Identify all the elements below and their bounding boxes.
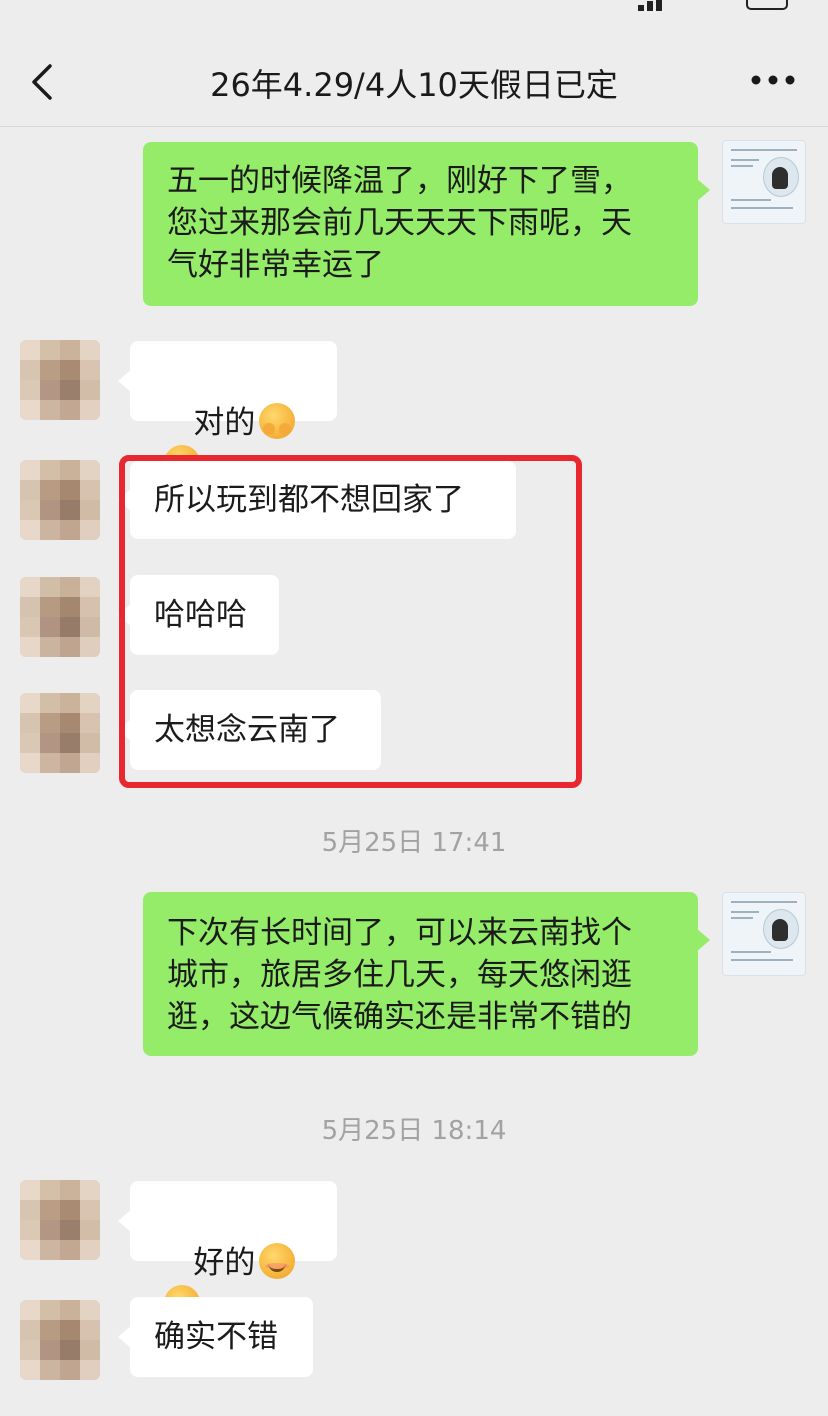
contact-message-bubble[interactable]: 确实不错 [118,1297,313,1377]
contact-avatar[interactable] [20,577,100,657]
message-text: 对的 [193,405,256,441]
my-message-bubble[interactable]: 下次有长时间了，可以来云南找个 城市，旅居多住几天，每天悠闲逛 逛，这边气候确实… [143,892,710,1056]
contact-avatar[interactable] [20,340,100,420]
contact-message-bubble[interactable]: 好的 [118,1181,337,1321]
signal-icon [638,0,665,11]
smiling-face-emoji-icon [259,1243,296,1279]
message-text: 好的 [193,1245,256,1281]
timestamp: 5月25日 17:41 [321,828,507,858]
battery-icon [746,0,788,10]
hug-emoji-icon [259,403,296,439]
contact-avatar[interactable] [20,1300,100,1380]
message-text: 下次有长时间了，可以来云南找个 城市，旅居多住几天，每天悠闲逛 逛，这边气候确实… [167,915,632,1035]
my-avatar[interactable] [722,140,806,224]
message-text: 五一的时候降温了，刚好下了雪， 您过来那会前几天天天下雨呢，天 气好非常幸运了 [167,163,632,283]
chat-header: 26年4.29/4人10天假日已定 [0,38,828,127]
message-text: 确实不错 [154,1319,278,1355]
my-avatar[interactable] [722,892,806,976]
contact-avatar[interactable] [20,1180,100,1260]
highlight-box [119,455,582,788]
more-horizontal-icon[interactable] [746,60,800,100]
contact-avatar[interactable] [20,693,100,773]
contact-avatar[interactable] [20,460,100,540]
status-bar [0,0,828,12]
chat-title: 26年4.29/4人10天假日已定 [210,66,618,104]
contact-message-bubble[interactable]: 对的 [118,341,337,481]
my-message-bubble[interactable]: 五一的时候降温了，刚好下了雪， 您过来那会前几天天天下雨呢，天 气好非常幸运了 [143,142,710,306]
back-icon[interactable] [20,58,68,106]
status-icons [638,0,788,11]
timestamp: 5月25日 18:14 [321,1116,507,1146]
